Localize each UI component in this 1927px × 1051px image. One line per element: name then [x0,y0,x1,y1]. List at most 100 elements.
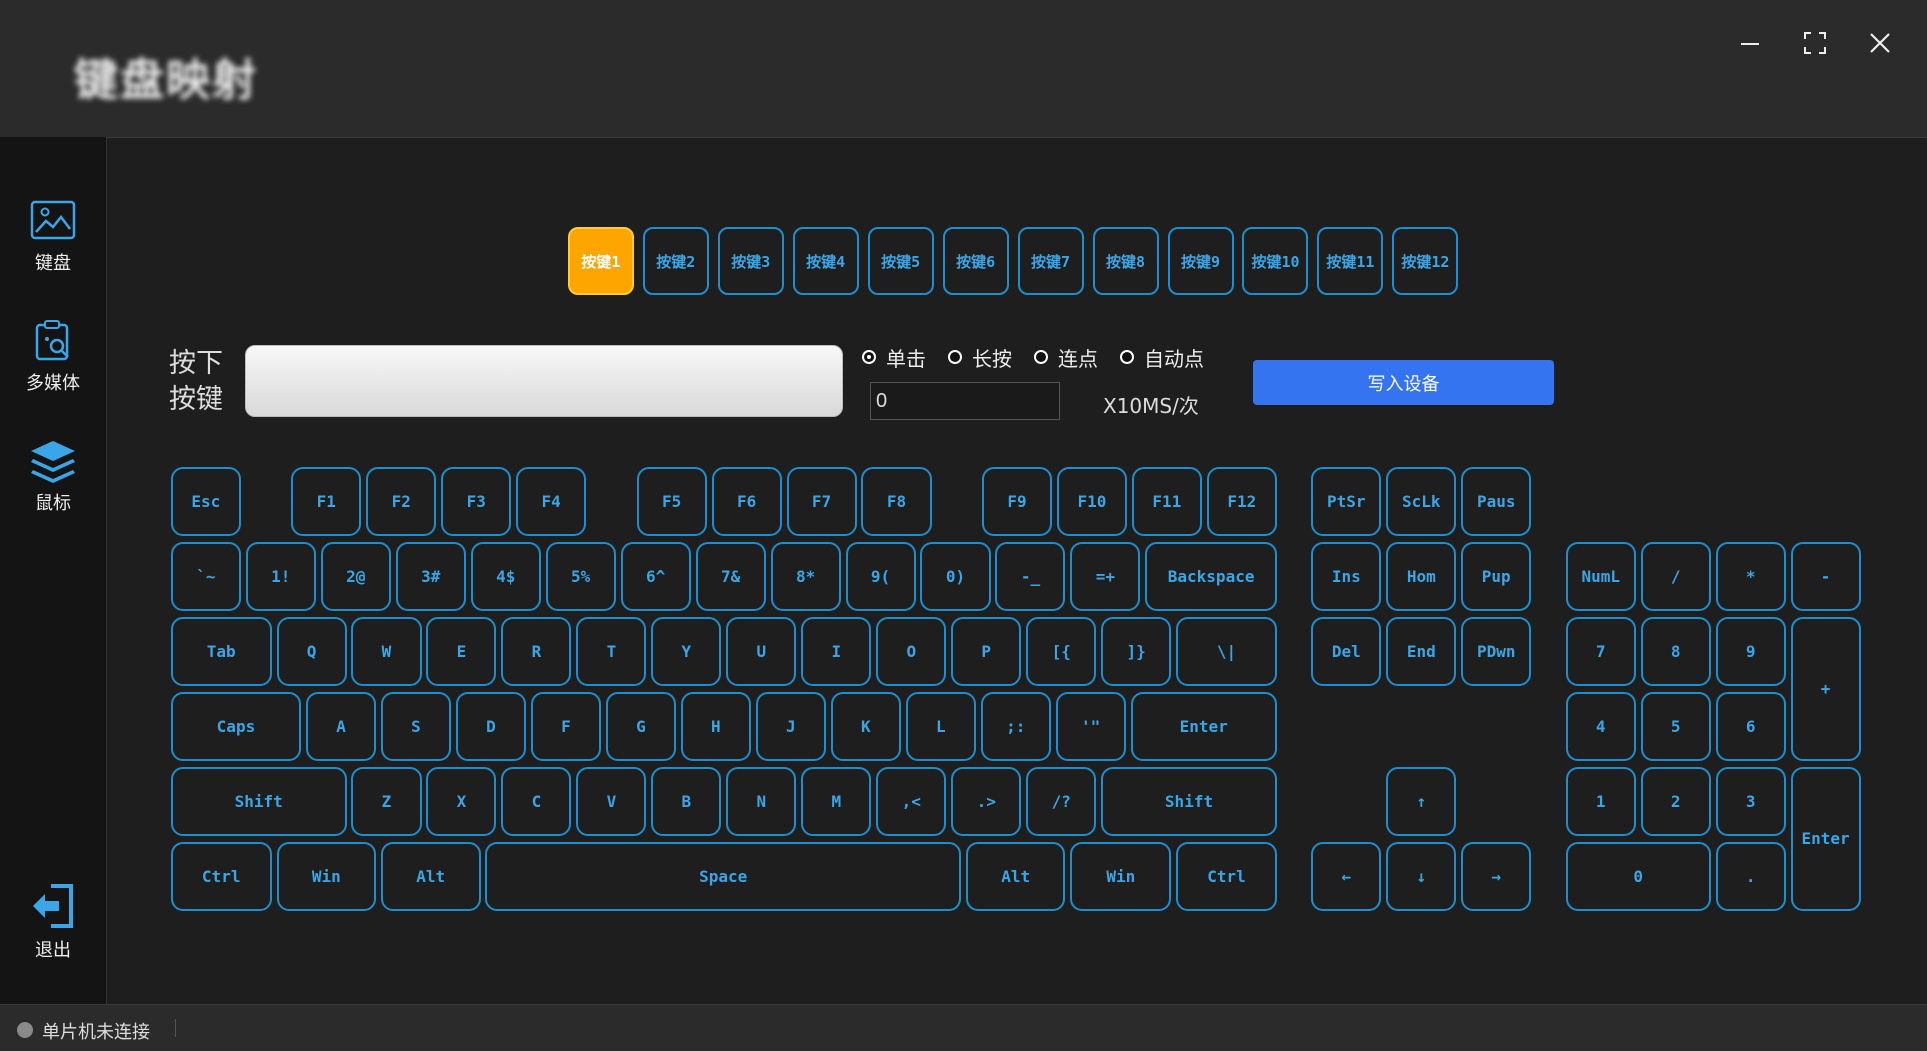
key-alnum[interactable]: T [576,616,647,686]
key-func[interactable]: F2 [366,467,437,536]
key-slot-tab-6[interactable]: 按键6 [942,227,1009,295]
key-alnum[interactable]: 7& [695,541,766,611]
key-alnum[interactable]: J [755,691,826,761]
key-alnum[interactable]: E [426,616,497,686]
key-arrow-down[interactable]: ↓ [1386,841,1457,911]
key-alnum[interactable]: G [605,691,676,761]
key-alnum[interactable]: A [306,691,377,761]
key-numpad-zero[interactable]: 0 [1565,841,1711,911]
mode-radio-single[interactable]: 单击 [862,343,926,372]
key-alnum[interactable]: -_ [995,541,1066,611]
key-nav[interactable]: Pup [1461,541,1532,611]
key-nav[interactable]: ScLk [1386,467,1457,536]
key-alnum[interactable]: =+ [1070,541,1141,611]
key-func[interactable]: F1 [291,467,362,536]
key-alnum[interactable]: W [351,616,422,686]
key-slot-tab-10[interactable]: 按键10 [1242,227,1309,295]
key-alnum[interactable]: Y [651,616,722,686]
key-numpad[interactable]: NumL [1565,541,1636,611]
sidebar-item-media[interactable]: 多媒体 [0,319,106,395]
key-numpad[interactable]: / [1640,541,1711,611]
key-numpad[interactable]: 7 [1565,616,1636,686]
key-modifier[interactable]: Alt [380,841,481,911]
key-alnum[interactable]: '" [1055,691,1126,761]
exit-button[interactable]: 退出 [0,882,106,962]
key-numpad[interactable]: 4 [1565,691,1636,761]
key-alnum[interactable]: Shift [1101,766,1277,836]
sidebar-item-keyboard[interactable]: 键盘 [0,199,106,275]
mode-radio-auto[interactable]: 自动点 [1120,343,1204,372]
key-modifier[interactable]: Win [1070,841,1172,911]
key-alnum[interactable]: `~ [170,541,241,611]
key-nav[interactable]: Hom [1386,541,1457,611]
key-nav[interactable]: PDwn [1461,616,1532,686]
key-arrow-right[interactable]: → [1461,841,1532,911]
key-func[interactable]: F6 [711,467,782,536]
key-modifier[interactable]: Alt [965,841,1066,911]
key-func[interactable]: F8 [861,467,932,536]
key-slot-tab-1[interactable]: 按键1 [567,227,634,295]
key-alnum[interactable]: F [530,691,601,761]
write-device-button[interactable]: 写入设备 [1253,360,1554,405]
key-alnum[interactable]: C [501,766,572,836]
key-modifier[interactable]: Win [276,841,377,911]
key-alnum[interactable]: 8* [770,541,841,611]
key-numpad[interactable]: 6 [1715,691,1786,761]
key-nav[interactable]: End [1386,616,1457,686]
key-alnum[interactable]: 9( [845,541,916,611]
key-arrow-up[interactable]: ↑ [1386,766,1457,836]
key-alnum[interactable]: Caps [170,691,302,761]
key-slot-tab-9[interactable]: 按键9 [1167,227,1234,295]
key-nav[interactable]: Del [1311,616,1382,686]
key-alnum[interactable]: H [680,691,751,761]
key-func[interactable]: F3 [441,467,512,536]
key-alnum[interactable]: Backspace [1145,541,1277,611]
maximize-button[interactable] [1785,18,1845,68]
key-modifier[interactable]: Ctrl [1176,841,1277,911]
mode-radio-hold[interactable]: 长按 [948,343,1012,372]
key-alnum[interactable]: Z [351,766,422,836]
key-alnum[interactable]: 5% [545,541,616,611]
key-alnum[interactable]: ;: [980,691,1051,761]
key-slot-tab-2[interactable]: 按键2 [642,227,709,295]
key-slot-tab-12[interactable]: 按键12 [1392,227,1459,295]
key-modifier[interactable]: Space [485,841,962,911]
minimize-button[interactable] [1720,18,1780,68]
key-numpad[interactable]: 8 [1640,616,1711,686]
key-alnum[interactable]: U [726,616,797,686]
key-alnum[interactable]: /? [1026,766,1097,836]
key-alnum[interactable]: .> [951,766,1022,836]
key-slot-tab-7[interactable]: 按键7 [1017,227,1084,295]
key-slot-tab-3[interactable]: 按键3 [717,227,784,295]
key-alnum[interactable]: 2@ [320,541,391,611]
key-alnum[interactable]: P [951,616,1022,686]
key-func[interactable]: F10 [1056,467,1127,536]
key-alnum[interactable]: D [455,691,526,761]
key-slot-tab-8[interactable]: 按键8 [1092,227,1159,295]
key-alnum[interactable]: 4$ [470,541,541,611]
key-slot-tab-4[interactable]: 按键4 [792,227,859,295]
key-numpad-enter[interactable]: Enter [1790,766,1861,911]
key-alnum[interactable]: 1! [245,541,316,611]
key-func[interactable]: F7 [786,467,857,536]
key-alnum[interactable]: V [576,766,647,836]
key-capture-field[interactable] [245,345,843,417]
key-numpad[interactable]: 5 [1640,691,1711,761]
key-numpad[interactable]: - [1790,541,1861,611]
key-alnum[interactable]: Enter [1130,691,1277,761]
key-nav[interactable]: PtSr [1311,467,1382,536]
key-alnum[interactable]: 3# [395,541,466,611]
key-alnum[interactable]: ]} [1101,616,1172,686]
key-alnum[interactable]: K [830,691,901,761]
key-numpad-plus[interactable]: + [1790,616,1861,761]
key-nav[interactable]: Ins [1311,541,1382,611]
key-func[interactable]: F4 [516,467,587,536]
key-alnum[interactable]: Q [276,616,347,686]
key-alnum[interactable]: \| [1176,616,1277,686]
key-func[interactable]: Esc [170,467,241,536]
key-alnum[interactable]: R [501,616,572,686]
key-alnum[interactable]: 0) [920,541,991,611]
key-alnum[interactable]: L [905,691,976,761]
key-slot-tab-11[interactable]: 按键11 [1317,227,1384,295]
key-alnum[interactable]: O [876,616,947,686]
